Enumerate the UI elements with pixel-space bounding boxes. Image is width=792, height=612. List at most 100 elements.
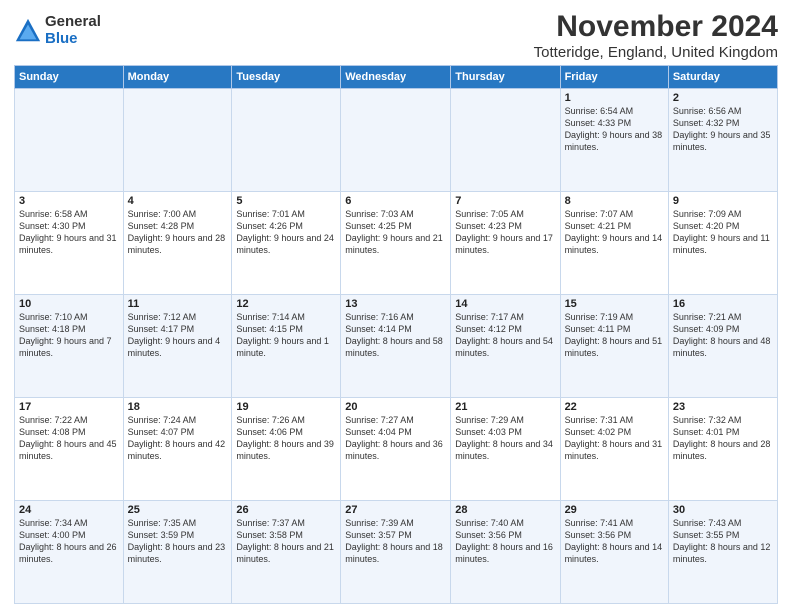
- day-info: Sunrise: 7:09 AM Sunset: 4:20 PM Dayligh…: [673, 208, 773, 257]
- logo-icon: [14, 17, 42, 45]
- calendar-cell: [232, 89, 341, 192]
- logo-text: General Blue: [45, 14, 101, 47]
- day-number: 13: [345, 298, 446, 310]
- day-number: 12: [236, 298, 336, 310]
- day-info: Sunrise: 7:34 AM Sunset: 4:00 PM Dayligh…: [19, 517, 119, 566]
- day-number: 24: [19, 504, 119, 516]
- day-info: Sunrise: 7:07 AM Sunset: 4:21 PM Dayligh…: [565, 208, 664, 257]
- day-info: Sunrise: 7:01 AM Sunset: 4:26 PM Dayligh…: [236, 208, 336, 257]
- calendar-cell: 20Sunrise: 7:27 AM Sunset: 4:04 PM Dayli…: [341, 398, 451, 501]
- day-info: Sunrise: 6:56 AM Sunset: 4:32 PM Dayligh…: [673, 105, 773, 154]
- calendar-cell: 29Sunrise: 7:41 AM Sunset: 3:56 PM Dayli…: [560, 501, 668, 604]
- calendar-week-row: 1Sunrise: 6:54 AM Sunset: 4:33 PM Daylig…: [15, 89, 778, 192]
- header-day: Friday: [560, 66, 668, 89]
- logo-general: General: [45, 14, 101, 31]
- day-number: 23: [673, 401, 773, 413]
- calendar-cell: 18Sunrise: 7:24 AM Sunset: 4:07 PM Dayli…: [123, 398, 232, 501]
- day-number: 19: [236, 401, 336, 413]
- header-day: Monday: [123, 66, 232, 89]
- header-row-days: SundayMondayTuesdayWednesdayThursdayFrid…: [15, 66, 778, 89]
- day-number: 27: [345, 504, 446, 516]
- day-number: 5: [236, 195, 336, 207]
- day-info: Sunrise: 7:41 AM Sunset: 3:56 PM Dayligh…: [565, 517, 664, 566]
- calendar-cell: 7Sunrise: 7:05 AM Sunset: 4:23 PM Daylig…: [451, 192, 560, 295]
- day-number: 8: [565, 195, 664, 207]
- calendar-cell: [15, 89, 124, 192]
- day-number: 22: [565, 401, 664, 413]
- header-day: Sunday: [15, 66, 124, 89]
- logo-blue: Blue: [45, 31, 101, 48]
- day-info: Sunrise: 7:27 AM Sunset: 4:04 PM Dayligh…: [345, 414, 446, 463]
- day-number: 20: [345, 401, 446, 413]
- header-day: Tuesday: [232, 66, 341, 89]
- calendar-cell: 2Sunrise: 6:56 AM Sunset: 4:32 PM Daylig…: [668, 89, 777, 192]
- day-info: Sunrise: 7:21 AM Sunset: 4:09 PM Dayligh…: [673, 311, 773, 360]
- logo: General Blue: [14, 14, 101, 47]
- day-number: 10: [19, 298, 119, 310]
- header-day: Wednesday: [341, 66, 451, 89]
- calendar-cell: 24Sunrise: 7:34 AM Sunset: 4:00 PM Dayli…: [15, 501, 124, 604]
- day-info: Sunrise: 7:40 AM Sunset: 3:56 PM Dayligh…: [455, 517, 555, 566]
- day-info: Sunrise: 7:35 AM Sunset: 3:59 PM Dayligh…: [128, 517, 228, 566]
- calendar-cell: 28Sunrise: 7:40 AM Sunset: 3:56 PM Dayli…: [451, 501, 560, 604]
- calendar-cell: 26Sunrise: 7:37 AM Sunset: 3:58 PM Dayli…: [232, 501, 341, 604]
- day-number: 3: [19, 195, 119, 207]
- day-number: 26: [236, 504, 336, 516]
- day-info: Sunrise: 7:39 AM Sunset: 3:57 PM Dayligh…: [345, 517, 446, 566]
- header-day: Saturday: [668, 66, 777, 89]
- calendar-week-row: 17Sunrise: 7:22 AM Sunset: 4:08 PM Dayli…: [15, 398, 778, 501]
- day-info: Sunrise: 7:17 AM Sunset: 4:12 PM Dayligh…: [455, 311, 555, 360]
- day-info: Sunrise: 7:22 AM Sunset: 4:08 PM Dayligh…: [19, 414, 119, 463]
- day-number: 11: [128, 298, 228, 310]
- main-title: November 2024: [534, 10, 778, 44]
- calendar-cell: 30Sunrise: 7:43 AM Sunset: 3:55 PM Dayli…: [668, 501, 777, 604]
- day-number: 16: [673, 298, 773, 310]
- day-number: 17: [19, 401, 119, 413]
- calendar-cell: 9Sunrise: 7:09 AM Sunset: 4:20 PM Daylig…: [668, 192, 777, 295]
- day-number: 1: [565, 92, 664, 104]
- calendar-cell: [123, 89, 232, 192]
- calendar-cell: 5Sunrise: 7:01 AM Sunset: 4:26 PM Daylig…: [232, 192, 341, 295]
- day-info: Sunrise: 6:54 AM Sunset: 4:33 PM Dayligh…: [565, 105, 664, 154]
- calendar-cell: 6Sunrise: 7:03 AM Sunset: 4:25 PM Daylig…: [341, 192, 451, 295]
- calendar-cell: 25Sunrise: 7:35 AM Sunset: 3:59 PM Dayli…: [123, 501, 232, 604]
- day-info: Sunrise: 7:19 AM Sunset: 4:11 PM Dayligh…: [565, 311, 664, 360]
- day-number: 28: [455, 504, 555, 516]
- day-info: Sunrise: 7:37 AM Sunset: 3:58 PM Dayligh…: [236, 517, 336, 566]
- calendar-cell: 4Sunrise: 7:00 AM Sunset: 4:28 PM Daylig…: [123, 192, 232, 295]
- day-number: 14: [455, 298, 555, 310]
- calendar-cell: 8Sunrise: 7:07 AM Sunset: 4:21 PM Daylig…: [560, 192, 668, 295]
- day-info: Sunrise: 6:58 AM Sunset: 4:30 PM Dayligh…: [19, 208, 119, 257]
- day-number: 18: [128, 401, 228, 413]
- day-info: Sunrise: 7:05 AM Sunset: 4:23 PM Dayligh…: [455, 208, 555, 257]
- day-number: 7: [455, 195, 555, 207]
- day-number: 29: [565, 504, 664, 516]
- page: General Blue November 2024 Totteridge, E…: [0, 0, 792, 612]
- day-number: 25: [128, 504, 228, 516]
- day-info: Sunrise: 7:14 AM Sunset: 4:15 PM Dayligh…: [236, 311, 336, 360]
- day-number: 15: [565, 298, 664, 310]
- calendar-cell: 12Sunrise: 7:14 AM Sunset: 4:15 PM Dayli…: [232, 295, 341, 398]
- calendar-cell: 27Sunrise: 7:39 AM Sunset: 3:57 PM Dayli…: [341, 501, 451, 604]
- day-number: 4: [128, 195, 228, 207]
- calendar-cell: 11Sunrise: 7:12 AM Sunset: 4:17 PM Dayli…: [123, 295, 232, 398]
- calendar-cell: [451, 89, 560, 192]
- calendar-cell: 22Sunrise: 7:31 AM Sunset: 4:02 PM Dayli…: [560, 398, 668, 501]
- day-info: Sunrise: 7:10 AM Sunset: 4:18 PM Dayligh…: [19, 311, 119, 360]
- day-number: 2: [673, 92, 773, 104]
- header-day: Thursday: [451, 66, 560, 89]
- calendar-cell: 19Sunrise: 7:26 AM Sunset: 4:06 PM Dayli…: [232, 398, 341, 501]
- title-block: November 2024 Totteridge, England, Unite…: [534, 10, 778, 61]
- calendar-cell: 23Sunrise: 7:32 AM Sunset: 4:01 PM Dayli…: [668, 398, 777, 501]
- calendar-week-row: 24Sunrise: 7:34 AM Sunset: 4:00 PM Dayli…: [15, 501, 778, 604]
- day-number: 21: [455, 401, 555, 413]
- day-number: 6: [345, 195, 446, 207]
- day-info: Sunrise: 7:26 AM Sunset: 4:06 PM Dayligh…: [236, 414, 336, 463]
- calendar-week-row: 10Sunrise: 7:10 AM Sunset: 4:18 PM Dayli…: [15, 295, 778, 398]
- calendar-table: SundayMondayTuesdayWednesdayThursdayFrid…: [14, 65, 778, 604]
- day-info: Sunrise: 7:43 AM Sunset: 3:55 PM Dayligh…: [673, 517, 773, 566]
- calendar-cell: 13Sunrise: 7:16 AM Sunset: 4:14 PM Dayli…: [341, 295, 451, 398]
- day-number: 30: [673, 504, 773, 516]
- subtitle: Totteridge, England, United Kingdom: [534, 44, 778, 61]
- day-info: Sunrise: 7:00 AM Sunset: 4:28 PM Dayligh…: [128, 208, 228, 257]
